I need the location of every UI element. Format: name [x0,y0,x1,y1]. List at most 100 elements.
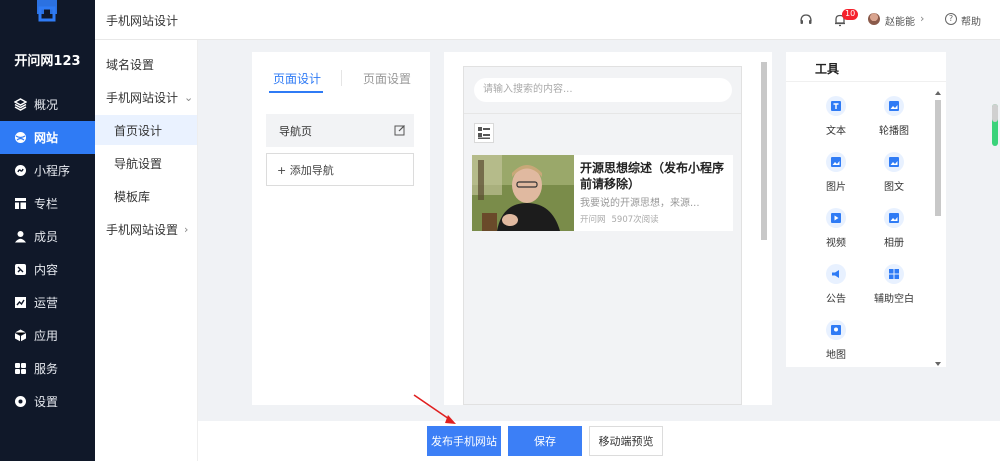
sidebar-item-operations[interactable]: 运营 [0,286,95,319]
video-icon [826,208,846,228]
dashboard-icon [13,98,27,112]
submenu-item-domain[interactable]: 域名设置 [95,49,197,79]
globe-icon [13,131,27,145]
add-nav-button[interactable]: + 添加导航 [266,153,414,186]
divider [786,81,946,82]
tool-video[interactable]: 视频 [806,208,866,260]
article-card[interactable]: 开源思想综述（发布小程序前请移除） 我要说的开源思想，来源... 开问网 5907… [472,155,733,231]
nav-page-item[interactable]: 导航页 [266,114,414,147]
main-sidebar: 开问网123 概况 网站 小程序 专栏 成员 内容 运营 应用 服务 设置 [0,0,95,461]
secondary-menu: 域名设置 手机网站设计 ⌄ 首页设计 导航设置 模板库 手机网站设置 › [95,40,198,461]
notification-badge: 10 [842,9,859,20]
sidebar-item-column[interactable]: 专栏 [0,187,95,220]
chevron-right-icon[interactable]: › [920,12,924,25]
page-scrollbar-thumb[interactable] [992,104,998,122]
chart-icon [13,296,27,310]
save-button[interactable]: 保存 [508,426,582,456]
spacer-icon [884,264,904,284]
submenu-item-label: 手机网站设计 [106,90,179,105]
article-reads: 5907次阅读 [611,215,659,225]
column-icon [13,197,27,211]
sidebar-item-content[interactable]: 内容 [0,253,95,286]
article-summary: 我要说的开源思想，来源... [580,198,700,209]
content-icon [13,263,27,277]
help-icon[interactable]: ? [945,13,957,25]
divider [464,113,741,114]
tool-spacer[interactable]: 辅助空白 [864,264,924,316]
tool-album[interactable]: 相册 [864,208,924,260]
album-icon [884,208,904,228]
scrollbar-thumb[interactable] [935,100,941,216]
article-thumbnail [472,155,574,231]
article-source: 开问网 [580,215,606,225]
tab-page-design[interactable]: 页面设计 [273,70,321,87]
chevron-right-icon: › [184,222,189,236]
add-nav-label: + 添加导航 [277,163,334,177]
publish-button[interactable]: 发布手机网站 [427,426,501,456]
sidebar-item-label: 应用 [34,329,59,343]
logo-icon [37,0,57,22]
text-icon [826,96,846,116]
page-title: 手机网站设计 [106,14,179,28]
sidebar-item-label: 运营 [34,296,59,310]
edit-icon[interactable] [394,124,406,136]
tool-carousel[interactable]: 轮播图 [864,96,924,148]
app-icon [13,329,27,343]
sidebar-item-label: 内容 [34,263,59,277]
sidebar-item-services[interactable]: 服务 [0,352,95,385]
image-text-icon [884,152,904,172]
sidebar-item-overview[interactable]: 概况 [0,88,95,121]
tool-text[interactable]: 文本 [806,96,866,148]
tab-page-settings[interactable]: 页面设置 [363,70,411,87]
scroll-up-icon[interactable] [934,90,942,96]
mobile-preview-button[interactable]: 移动端预览 [589,426,663,456]
annotation-arrow-icon [413,394,456,424]
article-meta: 开问网 5907次阅读 [580,213,659,225]
sidebar-item-label: 专栏 [34,197,59,211]
submenu-item-label: 首页设计 [114,123,163,138]
preview-scrollbar[interactable] [760,62,768,405]
layout-list-icon[interactable] [474,123,494,143]
grid-icon [13,362,27,376]
sidebar-item-website[interactable]: 网站 [0,121,95,154]
submenu-item-mobile-design[interactable]: 手机网站设计 ⌄ [95,82,197,112]
sidebar-item-label: 成员 [34,230,59,244]
top-header: 手机网站设计 10 赵能能 › ? 帮助 [95,0,1000,40]
sidebar-item-label: 小程序 [34,164,71,178]
gear-icon [13,395,27,409]
tools-title: 工具 [815,62,840,76]
sidebar-item-members[interactable]: 成员 [0,220,95,253]
submenu-item-label: 域名设置 [106,57,155,72]
submenu-item-nav-settings[interactable]: 导航设置 [95,148,197,178]
sidebar-item-label: 网站 [34,131,59,145]
submenu-item-label: 模板库 [114,189,151,204]
phone-preview-panel: 请输入搜索的内容... 开源思想综述（发布小程序前请移除） 我要说的开源思想，来… [444,52,772,405]
tool-map[interactable]: 地图 [806,320,866,372]
headset-icon[interactable] [798,12,814,28]
scroll-down-icon[interactable] [934,361,942,367]
help-link[interactable]: 帮助 [961,13,981,28]
sidebar-item-settings[interactable]: 设置 [0,385,95,418]
tool-image-text[interactable]: 图文 [864,152,924,204]
search-input[interactable]: 请输入搜索的内容... [474,78,732,102]
tool-image[interactable]: 图片 [806,152,866,204]
tool-announcement[interactable]: 公告 [806,264,866,316]
submenu-item-home-design[interactable]: 首页设计 [95,115,197,145]
phone-canvas: 请输入搜索的内容... 开源思想综述（发布小程序前请移除） 我要说的开源思想，来… [463,66,742,405]
submenu-item-mobile-settings[interactable]: 手机网站设置 › [95,214,197,244]
tools-scrollbar[interactable] [934,90,942,367]
sidebar-item-label: 服务 [34,362,59,376]
sidebar-item-apps[interactable]: 应用 [0,319,95,352]
image-icon [826,152,846,172]
article-title: 开源思想综述（发布小程序前请移除） [580,161,725,191]
chevron-down-icon: ⌄ [184,90,194,104]
mini-program-icon [13,164,27,178]
sidebar-item-mini-program[interactable]: 小程序 [0,154,95,187]
active-tab-indicator [269,91,323,93]
avatar[interactable] [868,13,880,25]
submenu-item-templates[interactable]: 模板库 [95,181,197,211]
user-name[interactable]: 赵能能 [885,13,915,28]
scrollbar-thumb[interactable] [761,62,767,240]
page-structure-panel: 页面设计 页面设置 导航页 + 添加导航 [252,52,430,405]
tools-panel: 工具 文本 轮播图 图片 图文 视频 相册 公告 辅助空白 地图 [786,52,946,367]
